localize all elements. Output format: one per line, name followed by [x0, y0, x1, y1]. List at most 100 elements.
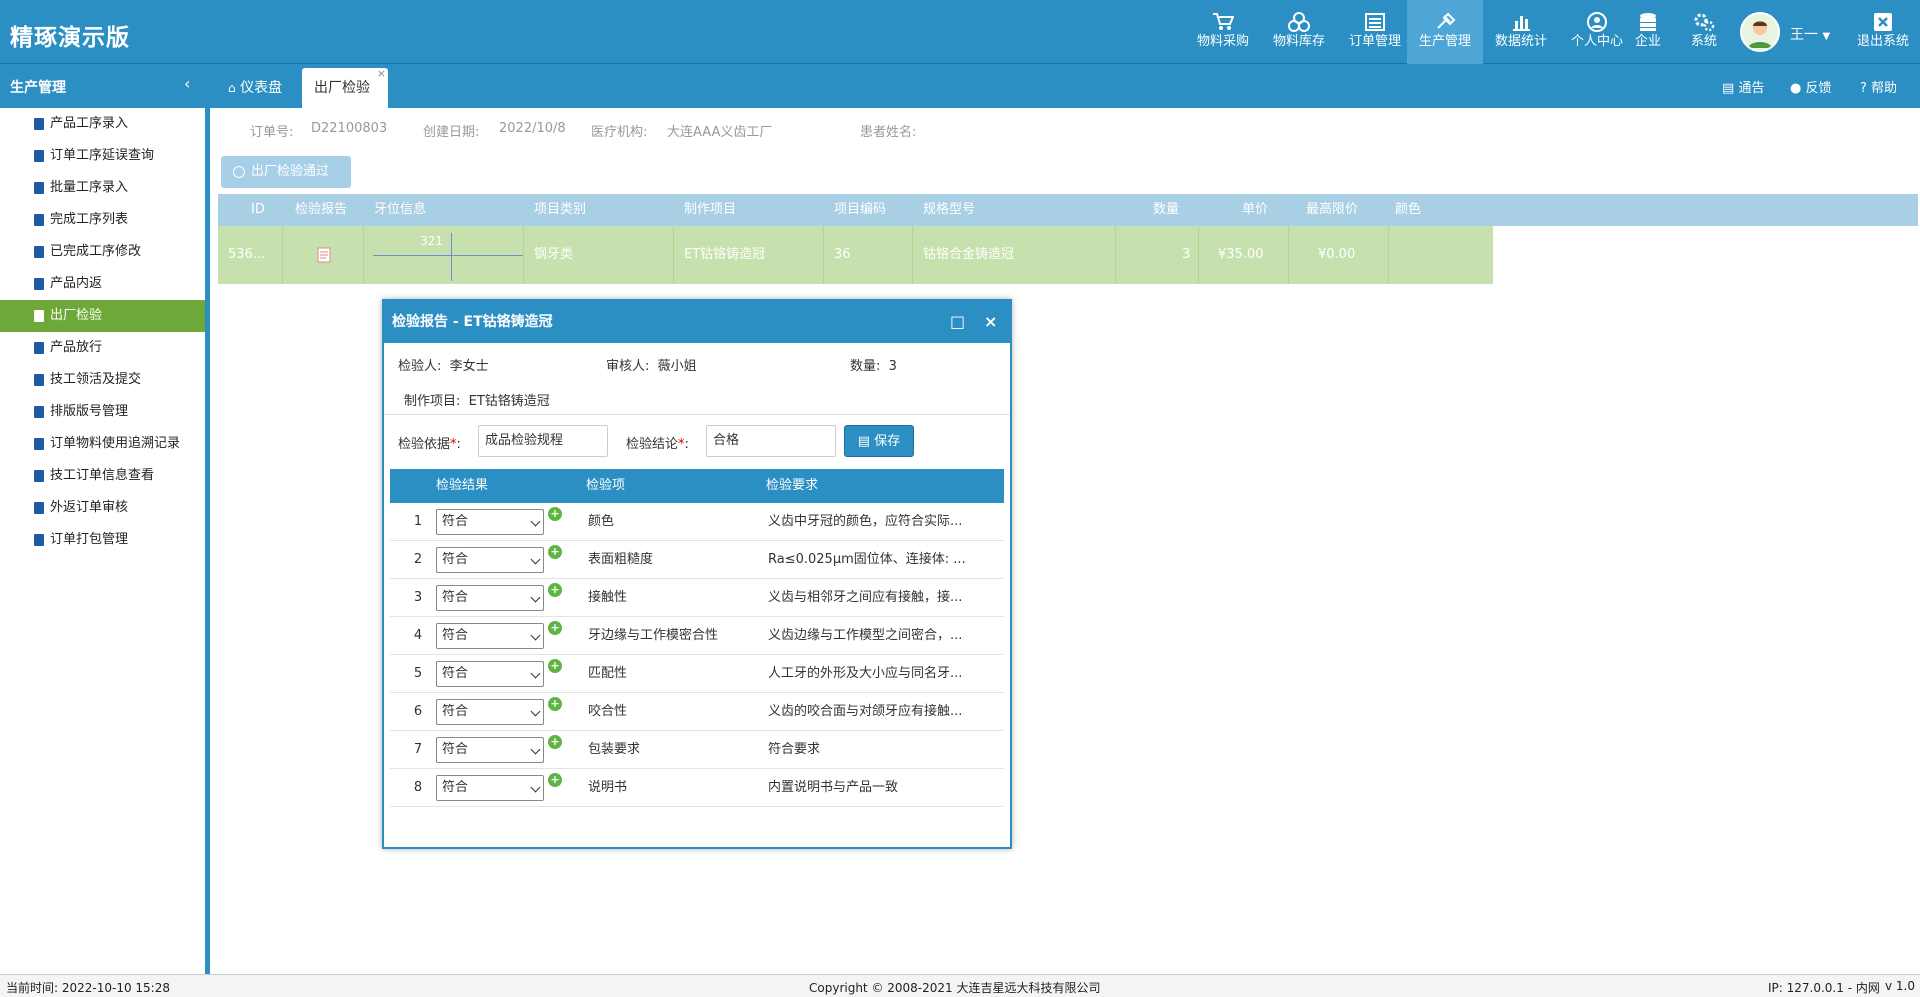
nav-purchase[interactable]: 物料采购: [1185, 0, 1261, 64]
doc-icon: [34, 470, 44, 482]
sidebar-item-technician-tasks[interactable]: 技工领活及提交: [0, 364, 205, 396]
col-color: 颜色: [1395, 202, 1422, 217]
result-select[interactable]: 符合: [436, 661, 544, 687]
table-row: 7 符合 + 包装要求 符合要求: [390, 731, 1004, 769]
sidebar-item-release[interactable]: 产品放行: [0, 332, 205, 364]
save-button[interactable]: ▤ 保存: [844, 425, 914, 457]
order-no: D22100803: [311, 121, 388, 136]
sidebar-item-factory-inspection[interactable]: 出厂检验: [0, 300, 205, 332]
divider: [1115, 226, 1116, 284]
sidebar-title: 生产管理: [10, 80, 66, 96]
chevron-down-icon: [530, 592, 541, 603]
tab-bar: 生产管理 ‹ ⌂ 仪表盘 出厂检验 × ▤ 通告 ● 反馈 ? 帮助: [0, 64, 1920, 108]
result-select[interactable]: 符合: [436, 775, 544, 801]
gear-icon: [1694, 13, 1715, 32]
sidebar-item-packing[interactable]: 订单打包管理: [0, 524, 205, 556]
col-code: 项目编码: [834, 202, 887, 217]
result-select[interactable]: 符合: [436, 585, 544, 611]
conclusion-input[interactable]: 合格: [706, 425, 836, 457]
result-select[interactable]: 符合: [436, 623, 544, 649]
add-icon[interactable]: +: [548, 621, 562, 635]
add-icon[interactable]: +: [548, 735, 562, 749]
order-info: 订单号: D22100803 创建日期: 2022/10/8 医疗机构: 大连A…: [215, 108, 1920, 152]
doc-icon: [34, 534, 44, 546]
divider: [1198, 226, 1199, 284]
basis-input[interactable]: 成品检验规程: [478, 425, 608, 457]
chevron-down-icon: [530, 516, 541, 527]
notice-button[interactable]: ▤ 通告: [1722, 77, 1764, 96]
doc-icon: ▤: [1722, 81, 1735, 96]
nav-orders[interactable]: 订单管理: [1337, 0, 1413, 64]
table-row[interactable]: 536... 321 钢牙类 ET钴铬铸造冠 36 钴铬合金铸造冠 3 ¥35.…: [218, 226, 1493, 284]
help-button[interactable]: ? 帮助: [1860, 77, 1897, 96]
chevron-left-icon[interactable]: ‹: [184, 74, 190, 93]
add-icon[interactable]: +: [548, 583, 562, 597]
sidebar-item-technician-orders[interactable]: 技工订单信息查看: [0, 460, 205, 492]
list-icon: [1365, 13, 1385, 31]
sidebar-item-delay-query[interactable]: 订单工序延误查询: [0, 140, 205, 172]
result-select[interactable]: 符合: [436, 737, 544, 763]
cell-project: ET钴铬铸造冠: [684, 247, 766, 262]
cell-qty: 3: [1182, 247, 1191, 262]
sidebar-item-process-entry[interactable]: 产品工序录入: [0, 108, 205, 140]
col-max-price: 最高限价: [1306, 202, 1359, 217]
nav-stats[interactable]: 数据统计: [1483, 0, 1559, 64]
col-id: ID: [251, 202, 265, 217]
sidebar: 产品工序录入 订单工序延误查询 批量工序录入 完成工序列表 已完成工序修改 产品…: [0, 108, 210, 974]
doc-icon: [34, 438, 44, 450]
sidebar-item-completed-edit[interactable]: 已完成工序修改: [0, 236, 205, 268]
tab-factory-inspection[interactable]: 出厂检验 ×: [302, 67, 388, 108]
divider: [523, 226, 524, 284]
cell-max-price: ¥0.00: [1318, 247, 1356, 262]
add-icon[interactable]: +: [548, 773, 562, 787]
sidebar-item-batch-entry[interactable]: 批量工序录入: [0, 172, 205, 204]
tools-icon: [1437, 12, 1456, 29]
check-circle-icon: [233, 166, 245, 178]
nav-production[interactable]: 生产管理: [1407, 0, 1483, 64]
nav-system[interactable]: 系统: [1676, 0, 1732, 64]
sidebar-item-layout-numbers[interactable]: 排版版号管理: [0, 396, 205, 428]
sidebar-item-internal-return[interactable]: 产品内返: [0, 268, 205, 300]
row-number: 2: [413, 552, 423, 567]
inspection-pass-button[interactable]: 出厂检验通过: [221, 156, 351, 188]
result-select[interactable]: 符合: [436, 699, 544, 725]
add-icon[interactable]: +: [548, 545, 562, 559]
username[interactable]: 王一 ▼: [1790, 24, 1830, 44]
dialog-title: 检验报告 - ET钴铬铸造冠: [392, 314, 553, 330]
cell-category: 钢牙类: [534, 247, 574, 262]
report-icon[interactable]: [317, 226, 331, 289]
nav-inventory[interactable]: 物料库存: [1261, 0, 1337, 64]
col-tooth: 牙位信息: [374, 202, 427, 217]
created-label: 创建日期:: [423, 125, 480, 140]
result-select[interactable]: 符合: [436, 509, 544, 535]
row-number: 6: [413, 704, 423, 719]
feedback-button[interactable]: ● 反馈: [1790, 77, 1832, 96]
doc-icon: [34, 214, 44, 226]
logout-button[interactable]: 退出系统: [1846, 0, 1920, 64]
add-icon[interactable]: +: [548, 659, 562, 673]
inspection-requirement: 义齿的咬合面与对颌牙应有接触...: [768, 704, 963, 719]
add-icon[interactable]: +: [548, 697, 562, 711]
tab-dashboard[interactable]: ⌂ 仪表盘: [216, 68, 294, 108]
row-number: 5: [413, 666, 423, 681]
row-number: 1: [413, 514, 423, 529]
bar-chart-icon: [1513, 16, 1530, 31]
sidebar-item-external-return[interactable]: 外返订单审核: [0, 492, 205, 524]
doc-icon: [34, 246, 44, 258]
close-icon[interactable]: ×: [984, 301, 997, 343]
app-title: 精琢演示版: [10, 25, 130, 51]
col-spec: 规格型号: [923, 202, 976, 217]
add-icon[interactable]: +: [548, 507, 562, 521]
chevron-down-icon: [530, 668, 541, 679]
nav-label: 物料采购: [1196, 34, 1249, 49]
nav-enterprise[interactable]: 企业: [1620, 0, 1676, 64]
row-number: 7: [413, 742, 423, 757]
result-select[interactable]: 符合: [436, 547, 544, 573]
table-row: 6 符合 + 咬合性 义齿的咬合面与对颌牙应有接触...: [390, 693, 1004, 731]
sidebar-item-material-trace[interactable]: 订单物料使用追溯记录: [0, 428, 205, 460]
sidebar-item-completed-list[interactable]: 完成工序列表: [0, 204, 205, 236]
close-icon[interactable]: ×: [377, 54, 386, 94]
created-date: 2022/10/8: [499, 121, 566, 136]
maximize-icon[interactable]: □: [950, 301, 965, 343]
cell-id: 536...: [228, 247, 266, 262]
